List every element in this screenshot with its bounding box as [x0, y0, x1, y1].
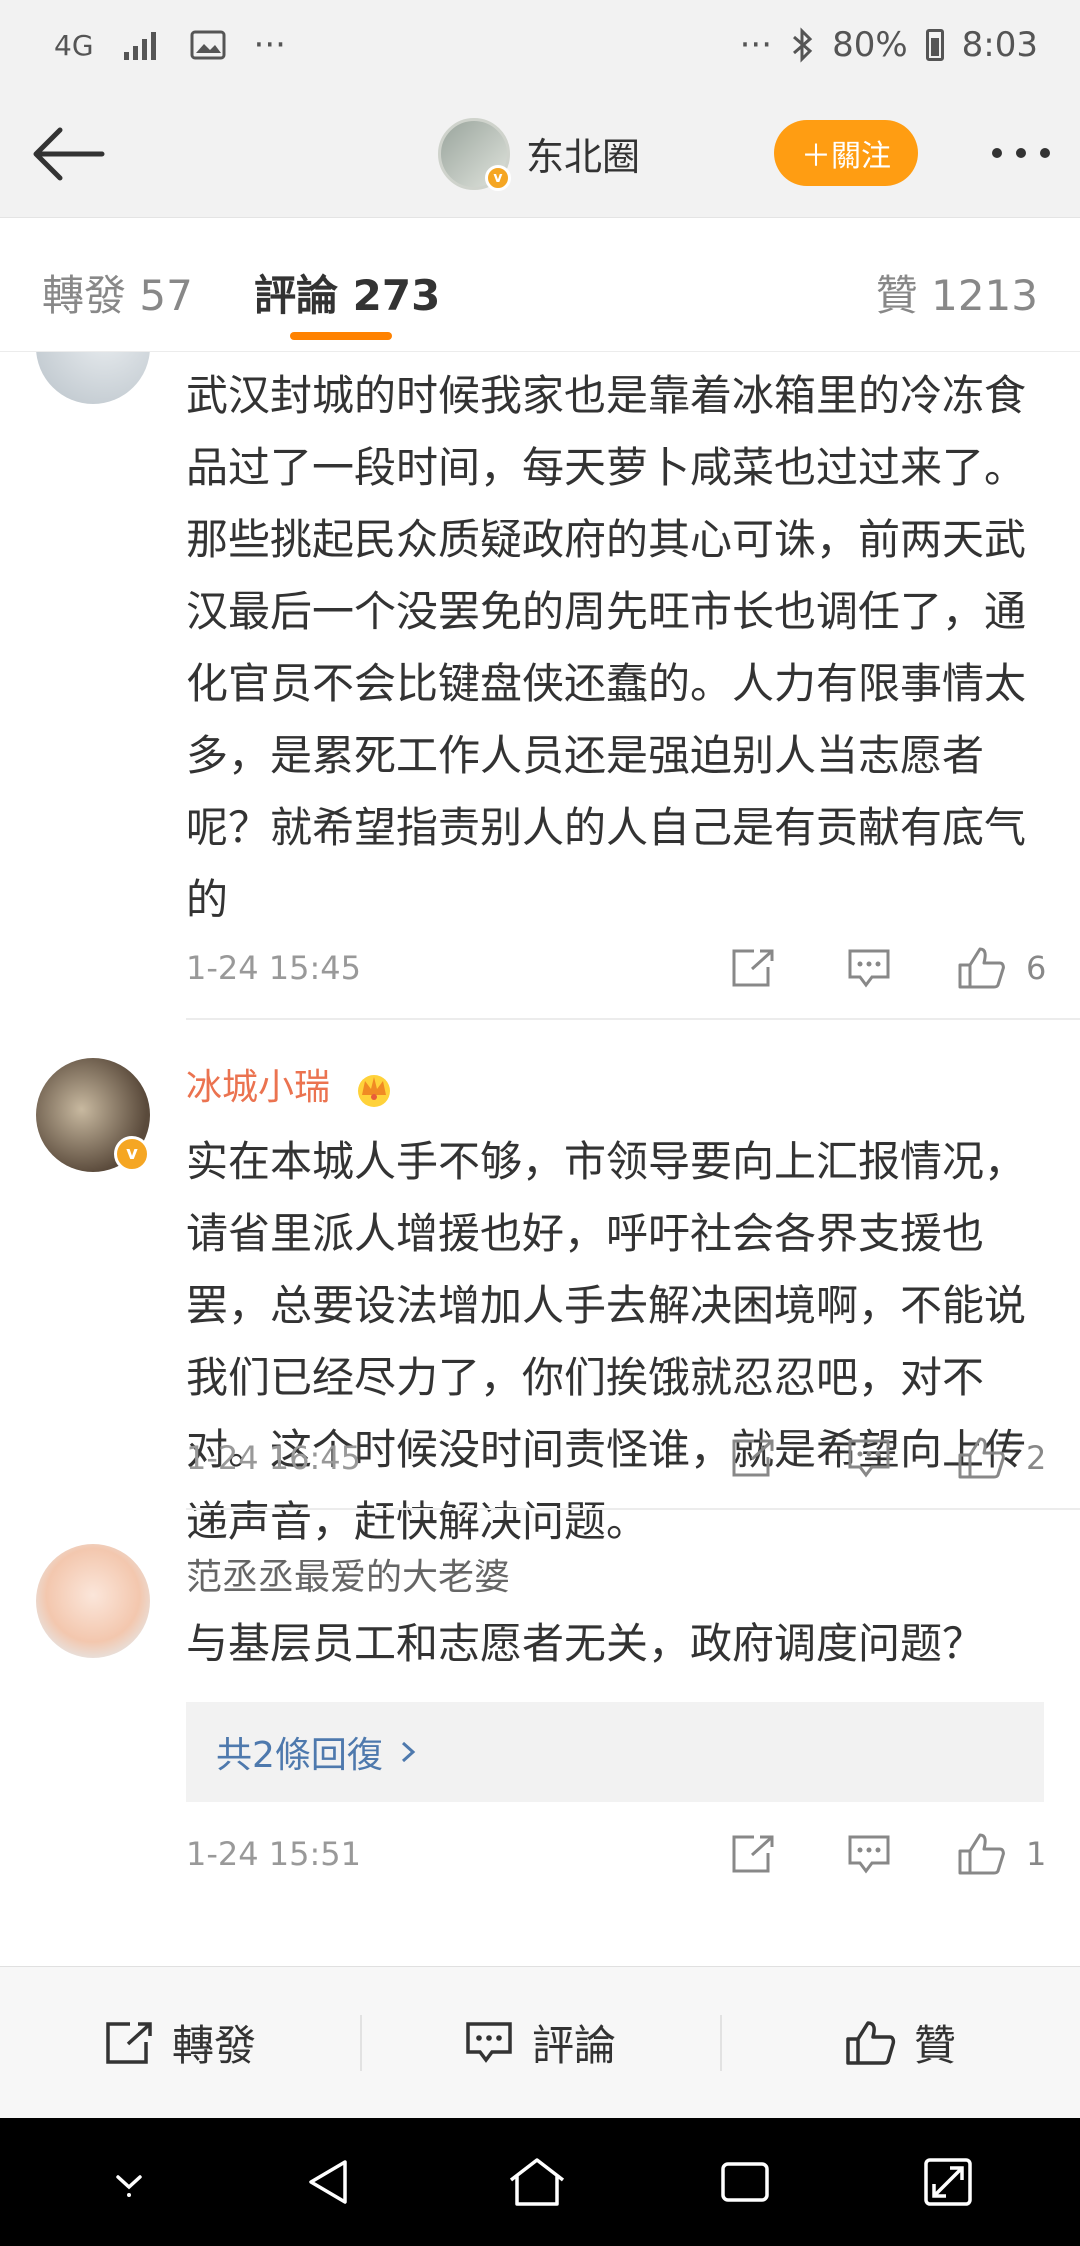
- comment-time: 1-24 15:45: [186, 949, 362, 987]
- comment-label: 評論: [531, 2021, 616, 2070]
- expand-icon[interactable]: [920, 2154, 976, 2210]
- repost-button[interactable]: 轉發: [0, 1967, 360, 2118]
- share-icon[interactable]: [730, 947, 776, 989]
- battery-percent: 80%: [832, 25, 908, 65]
- like-count: 2: [1026, 1439, 1047, 1477]
- avatar[interactable]: [36, 1544, 150, 1658]
- comment-time: 1-24 15:51: [186, 1835, 362, 1873]
- clock: 8:03: [961, 25, 1038, 65]
- chevron-right-icon: [401, 1741, 416, 1763]
- back-icon[interactable]: [301, 2154, 357, 2210]
- comment-meta: 1-24 15:51 1: [186, 1824, 1046, 1884]
- like-post-button[interactable]: 贊: [720, 1967, 1080, 2118]
- comment-icon[interactable]: [846, 1437, 892, 1479]
- group-avatar[interactable]: v: [438, 117, 511, 191]
- more-status: ···: [739, 25, 773, 65]
- replies-label: 共2條回復: [216, 1735, 383, 1776]
- follow-button[interactable]: ＋關注: [774, 120, 918, 186]
- comment-username[interactable]: 冰城小瑞: [186, 1058, 395, 1110]
- bluetooth-icon: [793, 27, 813, 63]
- tab-bar: 轉發 57 評論 273 贊 1213: [0, 218, 1080, 352]
- signal-icon: [123, 32, 156, 60]
- username-label[interactable]: 冰城小瑞: [186, 1067, 330, 1108]
- comment-text: 实在本城人手不够，市领导要向上汇报情况，请省里派人增援也好，呼吁社会各界支援也罢…: [186, 1137, 1027, 1546]
- home-icon[interactable]: [505, 2154, 569, 2210]
- comment-button[interactable]: 評論: [360, 1967, 720, 2118]
- like-button[interactable]: 1: [956, 1831, 1046, 1877]
- avatar[interactable]: [36, 352, 150, 404]
- recent-apps-icon[interactable]: [717, 2156, 773, 2208]
- comment-icon[interactable]: [846, 1833, 892, 1875]
- share-icon[interactable]: [730, 1437, 776, 1479]
- active-tab-indicator: [290, 332, 392, 340]
- repost-label: 轉發: [171, 2021, 256, 2070]
- share-icon: [106, 2021, 152, 2064]
- back-arrow-icon[interactable]: [28, 114, 108, 194]
- thumbs-up-icon: [958, 1437, 1005, 1479]
- comment-icon: [466, 2021, 512, 2063]
- chevron-down-icon[interactable]: [104, 2157, 154, 2207]
- more-options-icon[interactable]: [992, 130, 1050, 158]
- comment-text: 武汉封城的时候我家也是靠着冰箱里的冷冻食品过了一段时间，每天萝卜咸菜也过过来了。…: [186, 371, 1027, 924]
- vip-crown-icon: [358, 1075, 391, 1107]
- status-bar: 4G ··· ··· 80% 8:03: [0, 0, 1080, 90]
- like-label: 贊: [913, 2021, 956, 2070]
- divider: [186, 1018, 1080, 1020]
- system-navigation-bar: [0, 2118, 1080, 2246]
- network-indicator: 4G: [54, 28, 94, 62]
- tab-likes[interactable]: 贊 1213: [876, 262, 1038, 323]
- group-header[interactable]: v 东北圈: [438, 117, 640, 191]
- avatar[interactable]: v: [36, 1058, 150, 1172]
- share-icon[interactable]: [730, 1833, 776, 1875]
- view-replies-button[interactable]: 共2條回復: [186, 1702, 1044, 1802]
- tab-comments[interactable]: 評論 273: [254, 262, 440, 323]
- like-button[interactable]: 2: [956, 1435, 1046, 1481]
- verified-badge-icon: v: [114, 1136, 150, 1172]
- comment-meta: 1-24 15:45 6: [186, 938, 1046, 998]
- like-count: 1: [1026, 1835, 1047, 1873]
- gallery-icon: [190, 30, 226, 60]
- comment-feed[interactable]: 武汉封城的时候我家也是靠着冰箱里的冷冻食品过了一段时间，每天萝卜咸菜也过过来了。…: [0, 352, 1080, 1966]
- thumbs-up-icon: [958, 947, 1005, 989]
- comment-text: 与基层员工和志愿者无关，政府调度问题？: [186, 1619, 985, 1668]
- like-button[interactable]: 6: [956, 945, 1046, 991]
- battery-icon: [925, 29, 944, 61]
- thumbs-up-icon: [958, 1833, 1005, 1875]
- comment-meta: 1-24 16:45 2: [186, 1428, 1046, 1488]
- comment-time: 1-24 16:45: [186, 1439, 362, 1477]
- thumbs-up-icon: [846, 2020, 896, 2065]
- comment-username[interactable]: 范丞丞最爱的大老婆: [186, 1548, 510, 1600]
- comment-icon[interactable]: [846, 947, 892, 989]
- tab-repost[interactable]: 轉發 57: [42, 262, 193, 323]
- more-notifications: ···: [253, 25, 286, 65]
- top-navbar: v 东北圈 ＋關注: [0, 90, 1080, 218]
- bottom-action-bar: 轉發 評論 贊: [0, 1966, 1080, 2118]
- group-name[interactable]: 东北圈: [526, 126, 640, 181]
- verified-badge-icon: v: [485, 164, 511, 191]
- divider: [186, 1508, 1080, 1510]
- like-count: 6: [1026, 949, 1047, 987]
